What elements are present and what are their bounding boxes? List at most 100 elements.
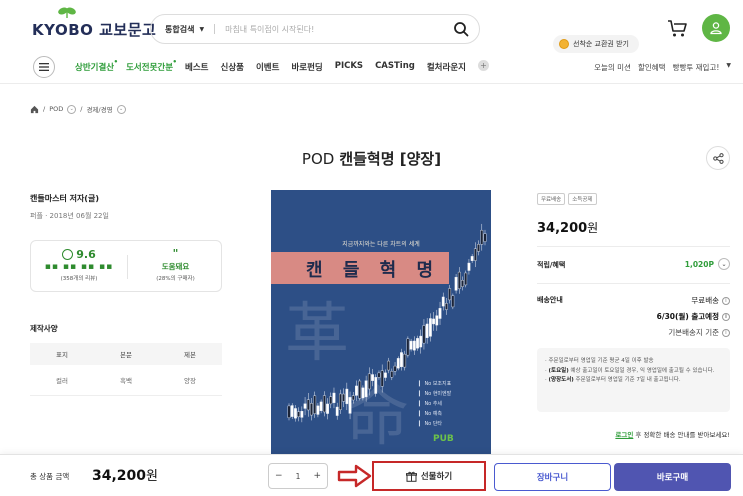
add-to-cart-button[interactable]: 장바구니 — [494, 463, 611, 491]
main-nav: 상반기결산 • 도서전못간분 • 베스트 신상품 이벤트 바로펀딩 PICKS CASTing 컬처… — [0, 55, 743, 83]
nav-right-links: 오늘의 미션 할인혜택 빵빵투 재입고! ▼ — [594, 62, 731, 73]
buy-now-button[interactable]: 바로구매 — [614, 463, 731, 491]
spec-header-binding: 제본 — [158, 343, 222, 365]
breadcrumb-separator: / — [80, 105, 83, 113]
nav-link-discount[interactable]: 할인혜택 — [638, 62, 666, 73]
spec-table: 표지 본문 제본 컬러 흑백 양장 — [30, 343, 222, 396]
total-price-value: 34,200 — [92, 468, 147, 484]
spec-header-cover: 표지 — [30, 343, 94, 365]
shipping-info: 무료배송 i 6/30(월) 출고예정 i 기본배송지 기준 i — [600, 293, 730, 341]
nav-item[interactable]: CASTing — [375, 61, 415, 73]
total-price-label: 총 상품 금액 — [30, 472, 70, 481]
nav-item[interactable]: 상반기결산 • — [75, 58, 118, 73]
quantity-value[interactable]: 1 — [296, 472, 301, 481]
cover-feature-item: No 예측 — [419, 409, 451, 419]
nav-item[interactable]: 도서전못간분 • — [126, 58, 177, 73]
home-icon[interactable] — [30, 105, 39, 114]
cover-feature-item: No 보조지표 — [419, 379, 451, 389]
user-avatar[interactable] — [702, 14, 730, 42]
coupon-promo-chip[interactable]: 선착순 교환권 받기 — [553, 35, 639, 53]
product-title-name: 캔들혁명 [양장] — [339, 150, 442, 168]
tag-tax-deduction: 소득공제 — [568, 193, 597, 205]
nav-item[interactable]: 바로펀딩 — [291, 61, 322, 73]
spec-title: 제작사양 — [30, 324, 58, 333]
author-link[interactable]: 캔들마스터 저자(글) — [30, 193, 99, 204]
info-icon[interactable]: i — [722, 329, 730, 337]
promo-chip-label: 선착순 교환권 받기 — [573, 40, 629, 48]
search-scope-select[interactable]: 통합검색 ▼ — [165, 24, 204, 35]
cover-publisher-logo: PUB — [433, 434, 454, 444]
info-icon[interactable]: i — [722, 297, 730, 305]
breadcrumb-level1[interactable]: POD — [49, 105, 63, 113]
cart-icon[interactable] — [666, 17, 688, 39]
points-summary: 1,020P ⌄ — [637, 258, 730, 270]
quantity-increase-button[interactable]: + — [313, 471, 321, 481]
caret-down-icon[interactable]: ▼ — [726, 62, 731, 73]
menu-button[interactable] — [33, 56, 55, 78]
search-bar: 통합검색 ▼ — [150, 14, 480, 44]
search-divider — [214, 24, 216, 34]
quantity-stepper: − 1 + — [268, 463, 328, 489]
search-icon[interactable] — [453, 21, 469, 37]
nav-item[interactable]: 컬처라운지 — [427, 61, 466, 73]
nav-link-restock[interactable]: 빵빵투 재입고! — [673, 62, 720, 73]
info-icon[interactable]: i — [722, 313, 730, 321]
nav-item[interactable]: 신상품 — [221, 61, 244, 73]
review-score[interactable]: 9.6 ▪▪ ▪▪ ▪▪ ▪▪ (358개의 리뷰) — [31, 248, 127, 282]
nav-item[interactable]: 이벤트 — [256, 61, 279, 73]
publisher-date: 퍼플 · 2018년 06월 22일 — [30, 212, 109, 220]
notice-text: 예상 출고일이 토요일일 경우, 익 영업일에 출고될 수 있습니다. — [568, 367, 715, 374]
kyobo-logo[interactable]: KYOBO 교보문고 — [32, 7, 156, 40]
shipping-due-date: 6/30(월) 출고예정 — [656, 312, 719, 321]
chevron-down-icon[interactable]: ⌄ — [67, 104, 77, 114]
nav-item[interactable]: PICKS — [335, 61, 363, 73]
gift-button[interactable]: 선물하기 — [372, 461, 486, 491]
total-price-unit: 원 — [146, 469, 158, 484]
notice-text: 주문일로부터 영업일 기준 평균 4일 이후 발송 — [548, 358, 654, 364]
cover-feature-item: No 단타 — [419, 419, 451, 429]
nav-items: 상반기결산 • 도서전못간분 • 베스트 신상품 이벤트 바로펀딩 PICKS CASTing 컬처… — [75, 58, 489, 73]
breadcrumb-level2[interactable]: 경제/경영 — [86, 104, 112, 114]
cover-feature-item: No 현미엔발 — [419, 389, 451, 399]
share-icon — [712, 152, 724, 164]
shipping-standard: 기본배송지 기준 — [668, 328, 719, 337]
score-badge-icon — [62, 249, 74, 260]
nav-link-mission[interactable]: 오늘의 미션 — [594, 62, 631, 73]
user-icon — [710, 22, 722, 35]
price-value: 34,200 — [537, 221, 588, 236]
helpful-summary[interactable]: " 도움돼요 (28%의 구매자) — [128, 247, 223, 283]
new-dot-icon: • — [172, 58, 178, 66]
search-scope-label: 통합검색 — [165, 24, 195, 34]
product-tags: 무료배송 소득공제 — [537, 193, 597, 205]
notice-text: 주문일로부터 영업일 기준 7일 내 출고됩니다. — [573, 377, 681, 383]
rating-score-value: 9.6 — [76, 248, 96, 261]
spec-value-binding: 양장 — [158, 365, 222, 396]
helpful-label: 도움돼요 — [161, 262, 190, 271]
new-dot-icon: • — [113, 58, 119, 66]
divider — [537, 246, 730, 247]
review-emoji-icons: ▪▪ ▪▪ ▪▪ ▪▪ — [44, 262, 114, 272]
chevron-down-icon[interactable]: ⌄ — [116, 104, 126, 114]
share-button[interactable] — [706, 146, 730, 170]
quote-icon: " — [172, 247, 179, 260]
hamburger-icon — [39, 63, 49, 71]
review-count: (358개의 리뷰) — [60, 276, 98, 282]
product-price: 34,200원 — [537, 219, 598, 236]
cover-feature-list: No 보조지표 No 현미엔발 No 추세 No 예측 No 단타 — [419, 379, 451, 429]
quantity-decrease-button[interactable]: − — [275, 471, 283, 481]
highlight-arrow-icon — [337, 464, 372, 488]
book-cover-image[interactable]: 革 命 지금까지와는 다른 차트의 세계 캔 들 혁 명 No 보조지표 No … — [271, 190, 491, 456]
coin-icon — [559, 39, 569, 49]
notice-line: · (양장도서) 주문일로부터 영업일 기준 7일 내 출고됩니다. — [545, 377, 681, 383]
cover-subtitle: 지금까지와는 다른 차트의 세계 — [342, 241, 420, 248]
spec-value-body: 흑백 — [94, 365, 158, 396]
search-input[interactable] — [225, 24, 453, 34]
shipping-notice: · 주문일로부터 영업일 기준 평균 4일 이후 발송 · (토요일) 예상 출… — [537, 348, 730, 412]
nav-more-button[interactable]: + — [477, 60, 489, 71]
notice-bold: (토요일) — [548, 367, 569, 374]
nav-item[interactable]: 베스트 — [185, 61, 208, 73]
sprout-icon — [58, 7, 76, 18]
points-expand-button[interactable]: ⌄ — [718, 258, 730, 270]
login-link[interactable]: 로그인 — [615, 431, 633, 439]
spec-value-cover: 컬러 — [30, 365, 94, 396]
